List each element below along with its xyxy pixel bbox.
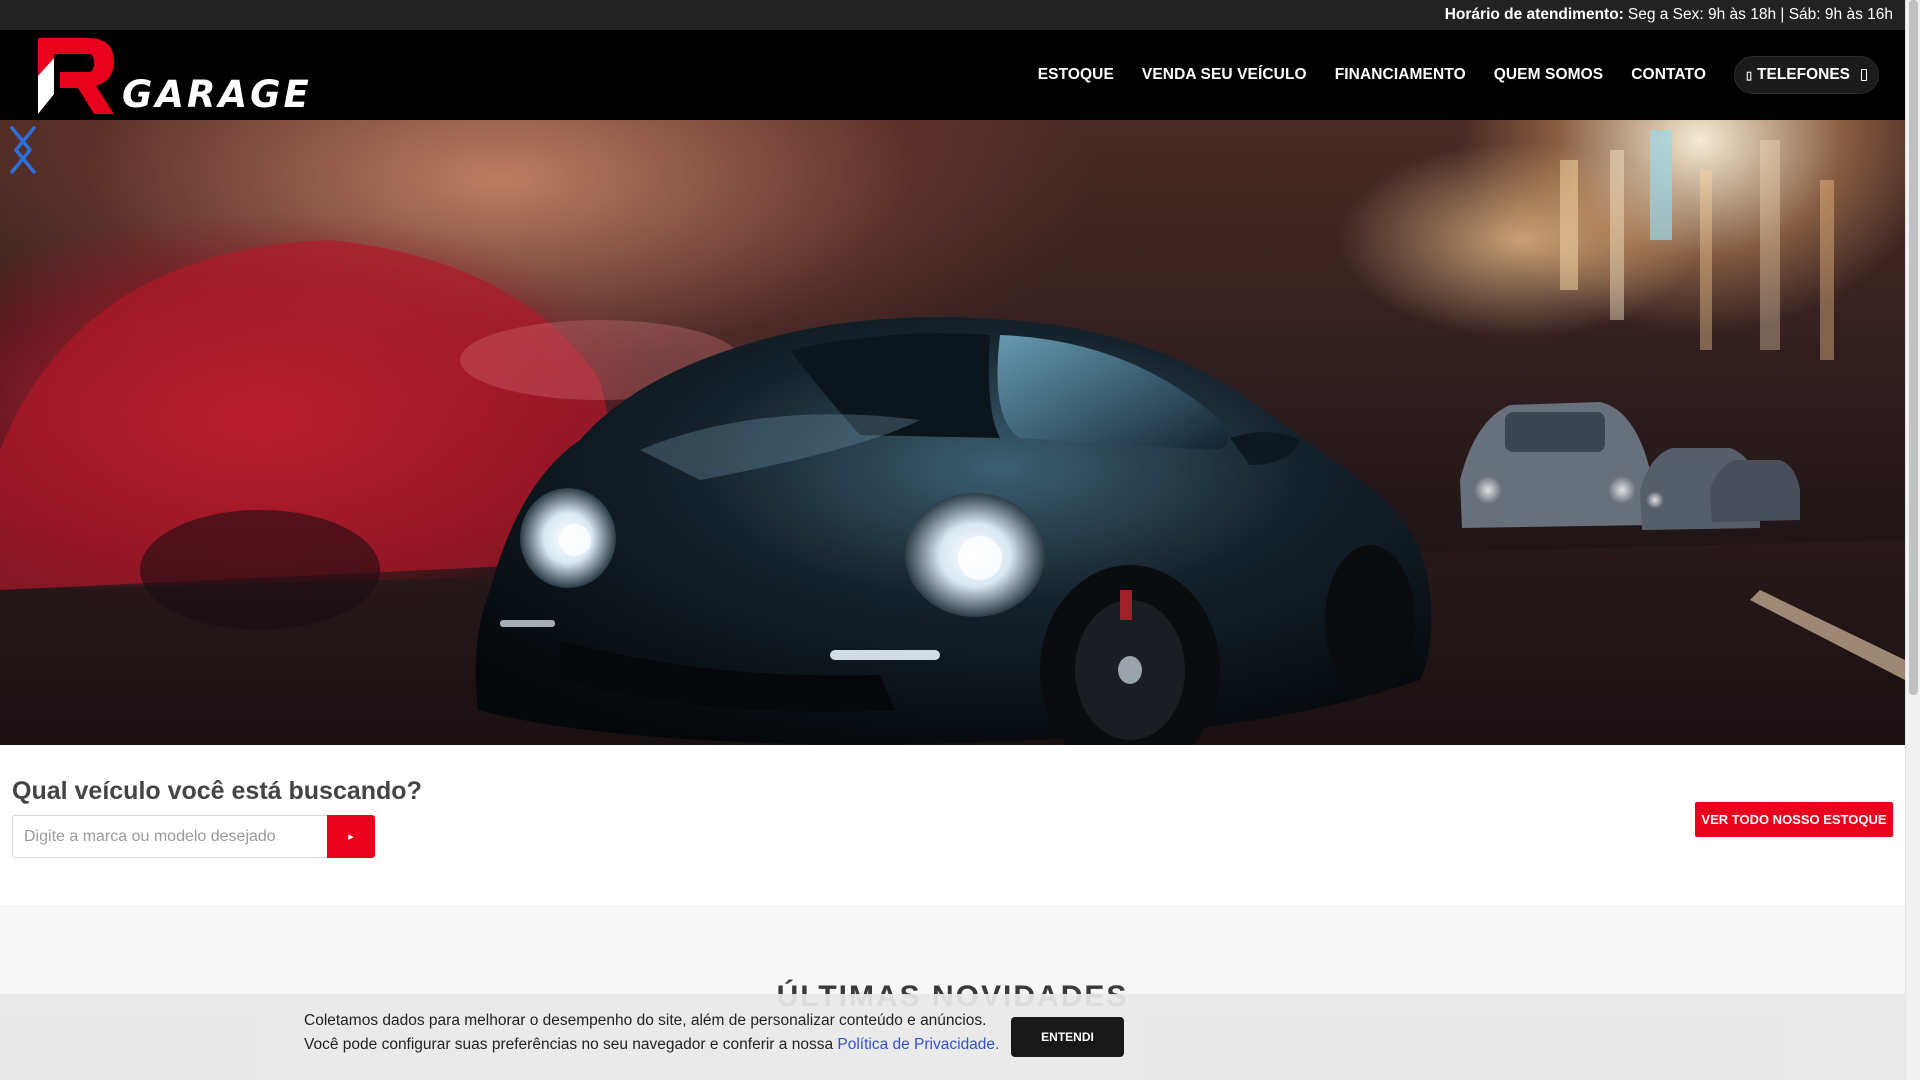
top-info-bar: Horário de atendimento: Seg a Sex: 9h às…	[0, 0, 1905, 30]
scrollbar-thumb[interactable]	[1909, 0, 1918, 695]
cookie-line-2-text: Você pode configurar suas preferências n…	[304, 1036, 834, 1053]
chevron-right-icon	[10, 126, 32, 174]
search-icon: ▸	[348, 831, 354, 843]
nav-contato[interactable]: CONTATO	[1631, 66, 1706, 84]
hours-label: Horário de atendimento:	[1444, 6, 1624, 23]
page-scrollbar[interactable]	[1905, 0, 1920, 1080]
search-button[interactable]: ▸	[327, 815, 375, 858]
view-all-stock-button[interactable]: VER TODO NOSSO ESTOQUE	[1695, 802, 1893, 837]
slider-next-arrow[interactable]	[0, 120, 40, 180]
cookie-banner: Coletamos dados para melhorar o desempen…	[0, 994, 1905, 1080]
cookie-line-1: Coletamos dados para melhorar o desempen…	[304, 1012, 987, 1029]
hero-image	[0, 130, 1905, 745]
phones-dropdown-button[interactable]: ▯ TELEFONES	[1734, 56, 1879, 94]
logo-text: GARAGE	[122, 73, 312, 116]
nav-estoque[interactable]: ESTOQUE	[1038, 66, 1114, 84]
phones-label: TELEFONES	[1757, 66, 1851, 83]
hero-slider	[0, 120, 1905, 745]
dropdown-icon	[1861, 69, 1868, 81]
hours-value: Seg a Sex: 9h às 18h | Sáb: 9h às 16h	[1627, 6, 1893, 23]
main-nav: ESTOQUE VENDA SEU VEÍCULO FINANCIAMENTO …	[1024, 30, 1879, 120]
logo[interactable]: GARAGE	[36, 36, 332, 116]
vehicle-search-input[interactable]	[12, 815, 329, 858]
nav-quem-somos[interactable]: QUEM SOMOS	[1494, 66, 1604, 84]
cookie-text: Coletamos dados para melhorar o desempen…	[304, 1009, 999, 1057]
search-heading: Qual veículo você está buscando?	[12, 777, 422, 805]
cookie-accept-button[interactable]: ENTENDI	[1011, 1017, 1124, 1057]
cookie-line-2: Você pode configurar suas preferências n…	[304, 1033, 999, 1057]
phone-icon: ▯	[1745, 69, 1753, 82]
site-header: GARAGE ESTOQUE VENDA SEU VEÍCULO FINANCI…	[0, 30, 1905, 120]
nav-financiamento[interactable]: FINANCIAMENTO	[1335, 66, 1466, 84]
privacy-policy-link[interactable]: Política de Privacidade.	[837, 1036, 999, 1053]
nav-venda-seu-veiculo[interactable]: VENDA SEU VEÍCULO	[1142, 66, 1307, 84]
